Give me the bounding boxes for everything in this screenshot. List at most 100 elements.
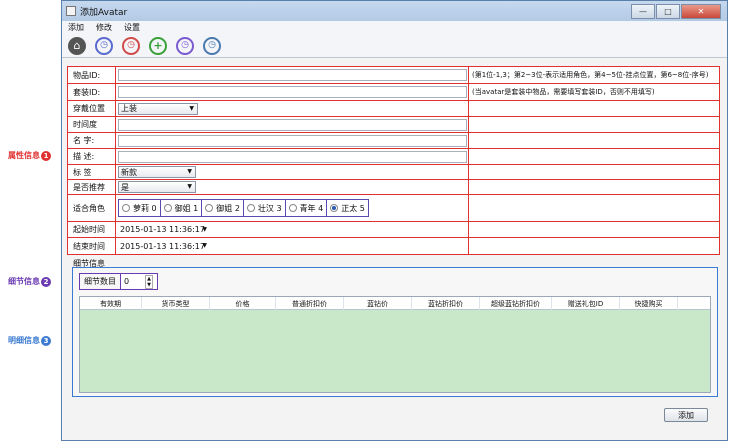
spinner-arrows-icon[interactable]: ▲ ▼ [145, 275, 153, 289]
form-row-item-id: 物品ID: (第1位-1,3；第2~3位-表示适用角色，第4~5位-挂点位置，第… [68, 67, 719, 84]
menu-add[interactable]: 添加 [68, 22, 84, 33]
role-option-2[interactable]: 御姐 2 [202, 199, 244, 217]
minimize-button[interactable]: — [631, 3, 655, 19]
home-icon[interactable]: ⌂ [68, 36, 86, 55]
end-time-picker[interactable]: 2015-01-13 11:36:17 ▼ [118, 240, 210, 252]
tag-value: 新款 [121, 167, 137, 177]
grid-header: 有效期 货币类型 价格 普通折扣价 蓝钻价 蓝钻折扣价 超级蓝钻折扣价 赠送礼包… [80, 297, 710, 310]
duration-cell [116, 117, 469, 132]
detail-count-stepper[interactable]: 0 ▲ ▼ [121, 274, 157, 289]
role-option-label: 青年 4 [299, 203, 324, 213]
set-id-cell [116, 84, 469, 100]
recommend-cell: 是 ▼ [116, 180, 469, 194]
close-button[interactable]: ✕ [681, 3, 721, 19]
column-header[interactable]: 快捷购买 [620, 297, 678, 310]
window-controls: — □ ✕ [630, 3, 721, 19]
form-row-recommend: 是否推荐 是 ▼ [68, 180, 719, 195]
annotation-badge: 2 [41, 276, 51, 287]
annotation-label: 细节信息 [8, 277, 40, 286]
duration-input[interactable] [118, 118, 467, 131]
note-empty [469, 133, 719, 148]
column-header[interactable]: 蓝钻价 [344, 297, 412, 310]
detail-count-label: 细节数目 [80, 274, 121, 289]
wear-pos-value: 上装 [121, 104, 137, 113]
set-id-note: (当avatar是套装中物品，需要填写套装ID，否则不用填写) [472, 88, 655, 96]
role-option-5[interactable]: 正太 5 [327, 199, 369, 217]
app-icon [66, 6, 76, 16]
recommend-label: 是否推荐 [68, 180, 116, 194]
form-row-desc: 描 述: [68, 149, 719, 165]
radio-button-selected[interactable] [330, 204, 339, 212]
add-circle-icon[interactable]: + [149, 36, 167, 55]
menu-edit[interactable]: 修改 [96, 22, 112, 33]
detail-grid[interactable]: 有效期 货币类型 价格 普通折扣价 蓝钻价 蓝钻折扣价 超级蓝钻折扣价 赠送礼包… [79, 296, 711, 393]
role-option-label: 正太 5 [341, 203, 365, 213]
set-id-input[interactable] [118, 86, 467, 98]
annotation-attributes: 属性信息 1 [8, 150, 51, 161]
column-header[interactable]: 价格 [210, 297, 276, 310]
desc-cell [116, 149, 469, 164]
tag-select[interactable]: 新款 ▼ [118, 166, 196, 178]
form-row-role: 适合角色 萝莉 0 御姐 1 御姐 2 壮汉 3 青年 4 正太 5 [68, 195, 719, 222]
role-label: 适合角色 [68, 195, 116, 221]
alarm-clock-blue-icon[interactable]: ◷ [95, 36, 113, 55]
radio-button[interactable] [122, 204, 130, 212]
detail-count-row: 细节数目 0 ▲ ▼ [79, 273, 158, 290]
note-empty [469, 117, 719, 132]
form-row-start-time: 起始时间 2015-01-13 11:36:17 ▼ [68, 222, 719, 238]
desc-input[interactable] [118, 150, 467, 163]
note-empty [469, 180, 719, 194]
role-option-label: 萝莉 0 [133, 203, 157, 213]
wear-pos-select[interactable]: 上装 ▼ [118, 102, 198, 115]
role-cell: 萝莉 0 御姐 1 御姐 2 壮汉 3 青年 4 正太 5 [116, 195, 469, 221]
form-row-end-time: 结束时间 2015-01-13 11:36:17 ▼ [68, 238, 719, 254]
radio-button[interactable] [205, 204, 214, 212]
column-header[interactable]: 蓝钻折扣价 [412, 297, 480, 310]
tag-label: 标 签 [68, 165, 116, 179]
radio-button[interactable] [246, 204, 255, 212]
alarm-clock-red-icon[interactable]: ◷ [122, 36, 140, 55]
add-button[interactable]: 添加 [664, 408, 708, 422]
start-time-picker[interactable]: 2015-01-13 11:36:17 ▼ [118, 223, 210, 236]
role-option-0[interactable]: 萝莉 0 [118, 199, 161, 217]
maximize-button[interactable]: □ [656, 3, 680, 19]
recommend-select[interactable]: 是 ▼ [118, 181, 196, 193]
role-option-3[interactable]: 壮汉 3 [243, 199, 286, 217]
radio-button[interactable] [288, 204, 297, 212]
column-header[interactable]: 超级蓝钻折扣价 [480, 297, 552, 310]
title-bar[interactable]: 添加Avatar — □ ✕ [62, 1, 727, 21]
wear-pos-cell: 上装 ▼ [116, 101, 469, 116]
menu-settings[interactable]: 设置 [124, 22, 140, 33]
item-id-input[interactable] [118, 69, 467, 81]
column-header[interactable]: 普通折扣价 [276, 297, 344, 310]
attribute-form: 物品ID: (第1位-1,3；第2~3位-表示适用角色，第4~5位-挂点位置，第… [67, 66, 720, 255]
annotation-badge: 3 [41, 335, 51, 346]
role-option-label: 壮汉 3 [257, 203, 282, 213]
name-label: 名 字: [68, 133, 116, 148]
role-option-1[interactable]: 御姐 1 [160, 199, 203, 217]
recommend-value: 是 [121, 182, 129, 192]
column-header[interactable]: 货币类型 [142, 297, 210, 310]
form-row-duration: 时间度 [68, 117, 719, 133]
chevron-down-icon: ▼ [189, 104, 194, 112]
name-input[interactable] [118, 134, 467, 147]
start-time-cell: 2015-01-13 11:36:17 ▼ [116, 222, 469, 237]
clock-icon[interactable]: ◷ [203, 36, 221, 55]
alarm-clock-purple-icon[interactable]: ◷ [176, 36, 194, 55]
menu-bar: 添加 修改 设置 [62, 21, 727, 34]
start-time-value: 2015-01-13 11:36:17 [120, 225, 205, 234]
annotation-details: 细节信息 2 [8, 276, 51, 287]
note-empty [469, 165, 719, 179]
item-id-label: 物品ID: [68, 67, 116, 83]
column-header[interactable]: 有效期 [80, 297, 142, 310]
form-row-set-id: 套装ID: (当avatar是套装中物品，需要填写套装ID，否则不用填写) [68, 84, 719, 101]
annotation-rows: 明细信息 3 [8, 335, 51, 346]
detail-count-value: 0 [124, 277, 130, 286]
column-header[interactable]: 赠送礼包ID [552, 297, 620, 310]
item-id-cell [116, 67, 469, 83]
form-row-name: 名 字: [68, 133, 719, 149]
radio-button[interactable] [163, 204, 172, 212]
role-option-4[interactable]: 青年 4 [285, 199, 328, 217]
end-time-value: 2015-01-13 11:36:17 [120, 241, 205, 251]
note-empty [469, 238, 719, 254]
